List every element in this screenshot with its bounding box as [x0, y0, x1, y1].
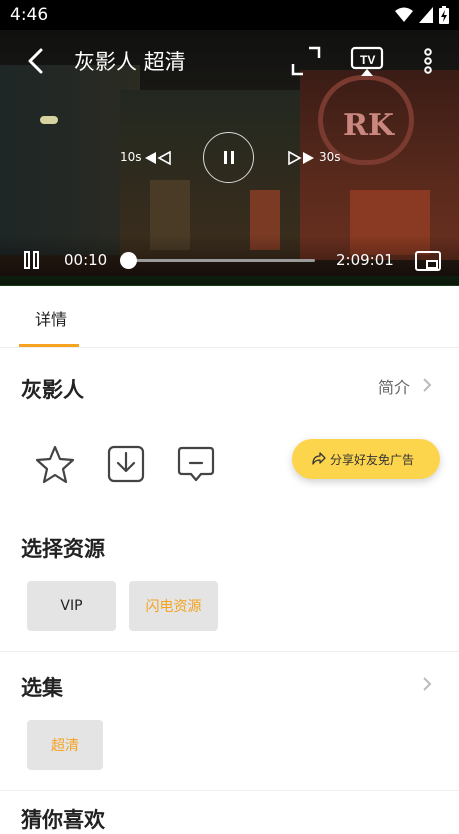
pause-button[interactable]	[203, 132, 254, 183]
status-time: 4:46	[10, 5, 49, 25]
detail-content: 详情 灰影人 简介 分享好友免广告 选择资源 VIP 闪电资源 选集 超清 猜你…	[0, 286, 459, 832]
download-icon[interactable]	[106, 444, 146, 484]
pause-icon	[224, 151, 234, 164]
episode-chip-hd[interactable]: 超清	[27, 720, 103, 770]
rewind-icon[interactable]	[143, 151, 173, 165]
svg-text:TV: TV	[360, 53, 375, 67]
source-chip-lightning[interactable]: 闪电资源	[129, 581, 218, 631]
tab-divider	[0, 347, 459, 348]
street-lamp	[40, 116, 58, 124]
status-bar: 4:46	[0, 0, 459, 30]
section-title-recommend: 猜你喜欢	[21, 808, 105, 832]
player-top-controls: 灰影人 超清 TV	[0, 30, 459, 90]
video-title: 灰影人 超清	[74, 50, 186, 74]
rewind-label: 10s	[120, 150, 142, 164]
section-title-sources: 选择资源	[21, 537, 105, 561]
player-bottom-bar: 00:10 2:09:01	[0, 235, 459, 285]
share-icon	[312, 452, 326, 465]
battery-icon	[439, 6, 449, 24]
more-options-icon[interactable]	[421, 46, 435, 76]
section-divider	[0, 790, 459, 791]
movie-title: 灰影人	[21, 378, 84, 402]
forward-label: 30s	[319, 150, 341, 164]
back-arrow-icon[interactable]	[24, 46, 48, 76]
favorite-star-icon[interactable]	[35, 444, 75, 484]
comment-icon[interactable]	[176, 444, 216, 484]
tab-details[interactable]: 详情	[35, 306, 67, 330]
current-time: 00:10	[64, 251, 108, 269]
share-label: 分享好友免广告	[330, 453, 415, 467]
section-divider	[0, 651, 459, 652]
episode-chip-label: 超清	[51, 738, 79, 754]
source-chip-label: 闪电资源	[145, 599, 202, 615]
status-icons	[395, 6, 449, 24]
progress-track[interactable]	[128, 259, 315, 262]
fast-forward-icon[interactable]	[287, 151, 317, 165]
player-center-controls: 10s 30s	[0, 130, 459, 190]
wifi-icon	[395, 7, 413, 22]
signal-icon	[419, 7, 433, 23]
picture-in-picture-icon[interactable]	[415, 251, 441, 271]
total-time: 2:09:01	[336, 251, 394, 269]
chevron-right-icon[interactable]	[422, 676, 432, 692]
source-chip-vip[interactable]: VIP	[27, 581, 116, 631]
section-title-episodes: 选集	[21, 676, 63, 700]
video-player[interactable]: RK 灰影人 超清 TV 10s 30s 00:10 2:09:01	[0, 30, 459, 286]
progress-thumb[interactable]	[120, 252, 138, 269]
fullscreen-icon[interactable]	[291, 46, 321, 76]
intro-link[interactable]: 简介	[378, 374, 410, 398]
pause-small-icon[interactable]	[24, 251, 40, 269]
source-chip-label: VIP	[60, 598, 83, 614]
share-button[interactable]: 分享好友免广告	[292, 439, 440, 479]
cast-tv-icon[interactable]: TV	[350, 44, 384, 78]
chevron-right-icon[interactable]	[422, 377, 432, 393]
